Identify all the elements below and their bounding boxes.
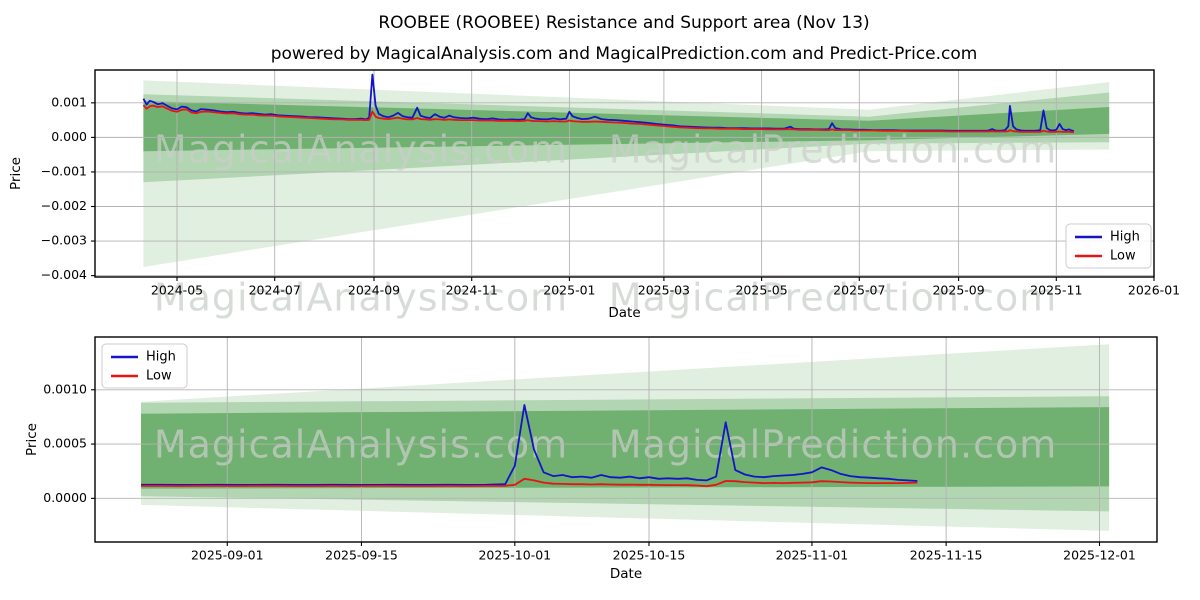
top-chart-x-tick-label: 2025-11 xyxy=(1030,283,1082,298)
top-chart-y-tick-label: −0.002 xyxy=(41,198,87,213)
top-chart-x-tick-label: 2024-11 xyxy=(446,283,498,298)
bottom-chart-x-tick-label: 2025-10-15 xyxy=(613,548,686,563)
top-chart-x-tick-label: 2024-05 xyxy=(151,283,203,298)
figure: ROOBEE (ROOBEE) Resistance and Support a… xyxy=(0,0,1200,600)
top-chart-bands xyxy=(143,80,1110,268)
watermark-magicalanalysis: MagicalAnalysis.com xyxy=(154,128,568,172)
charts-canvas: MagicalAnalysis.com MagicalPrediction.com… xyxy=(8,69,1180,582)
watermark-magicalprediction: MagicalPrediction.com xyxy=(609,128,1058,172)
top-chart-y-axis-title: Price xyxy=(8,157,24,190)
bottom-chart-legend-high-label: High xyxy=(146,350,176,365)
top-chart-legend-low-label: Low xyxy=(1110,249,1136,264)
top-chart-x-tick-label: 2026-01 xyxy=(1128,283,1180,298)
top-chart-y-tick-label: −0.001 xyxy=(41,163,87,178)
bottom-chart-x-tick-label: 2025-11-15 xyxy=(910,548,983,563)
bottom-chart-y-axis-title: Price xyxy=(24,423,40,456)
bottom-chart-y-tick-label: 0.0005 xyxy=(43,436,87,451)
top-chart-x-tick-label: 2024-09 xyxy=(348,283,400,298)
bottom-chart-x-tick-label: 2025-09-15 xyxy=(325,548,398,563)
top-chart-x-tick-label: 2025-01 xyxy=(543,283,595,298)
bottom-chart-x-tick-label: 2025-12-01 xyxy=(1063,548,1136,563)
bottom-chart-legend: High Low xyxy=(101,343,188,389)
top-chart-y-tick-label: −0.003 xyxy=(41,233,87,248)
top-chart-x-tick-label: 2025-09 xyxy=(932,283,984,298)
bottom-chart-y-tick-label: 0.0000 xyxy=(43,490,87,505)
top-chart-x-axis-title: Date xyxy=(608,305,640,321)
top-chart-y-tick-label: −0.004 xyxy=(41,267,87,282)
bottom-chart-legend-low-label: Low xyxy=(146,369,172,384)
top-chart-legend: High Low xyxy=(1065,223,1152,269)
top-chart-y-tick-label: 0.000 xyxy=(51,129,87,144)
top-chart-legend-high-label: High xyxy=(1110,230,1140,245)
bottom-chart-x-tick-label: 2025-09-01 xyxy=(191,548,264,563)
top-chart-x-tick-label: 2025-05 xyxy=(735,283,787,298)
bottom-chart-x-axis-title: Date xyxy=(610,566,642,582)
bottom-chart-x-tick-label: 2025-10-01 xyxy=(478,548,551,563)
top-chart-y-tick-label: 0.001 xyxy=(51,94,87,109)
top-chart-x-tick-label: 2025-07 xyxy=(833,283,885,298)
figure-title: ROOBEE (ROOBEE) Resistance and Support a… xyxy=(378,13,870,33)
top-chart-x-tick-label: 2024-07 xyxy=(249,283,301,298)
bottom-chart-x-tick-label: 2025-11-01 xyxy=(776,548,849,563)
bottom-chart-y-tick-label: 0.0010 xyxy=(43,381,87,396)
top-chart-x-tick-label: 2025-03 xyxy=(638,283,690,298)
figure-subtitle: powered by MagicalAnalysis.com and Magic… xyxy=(270,44,978,64)
